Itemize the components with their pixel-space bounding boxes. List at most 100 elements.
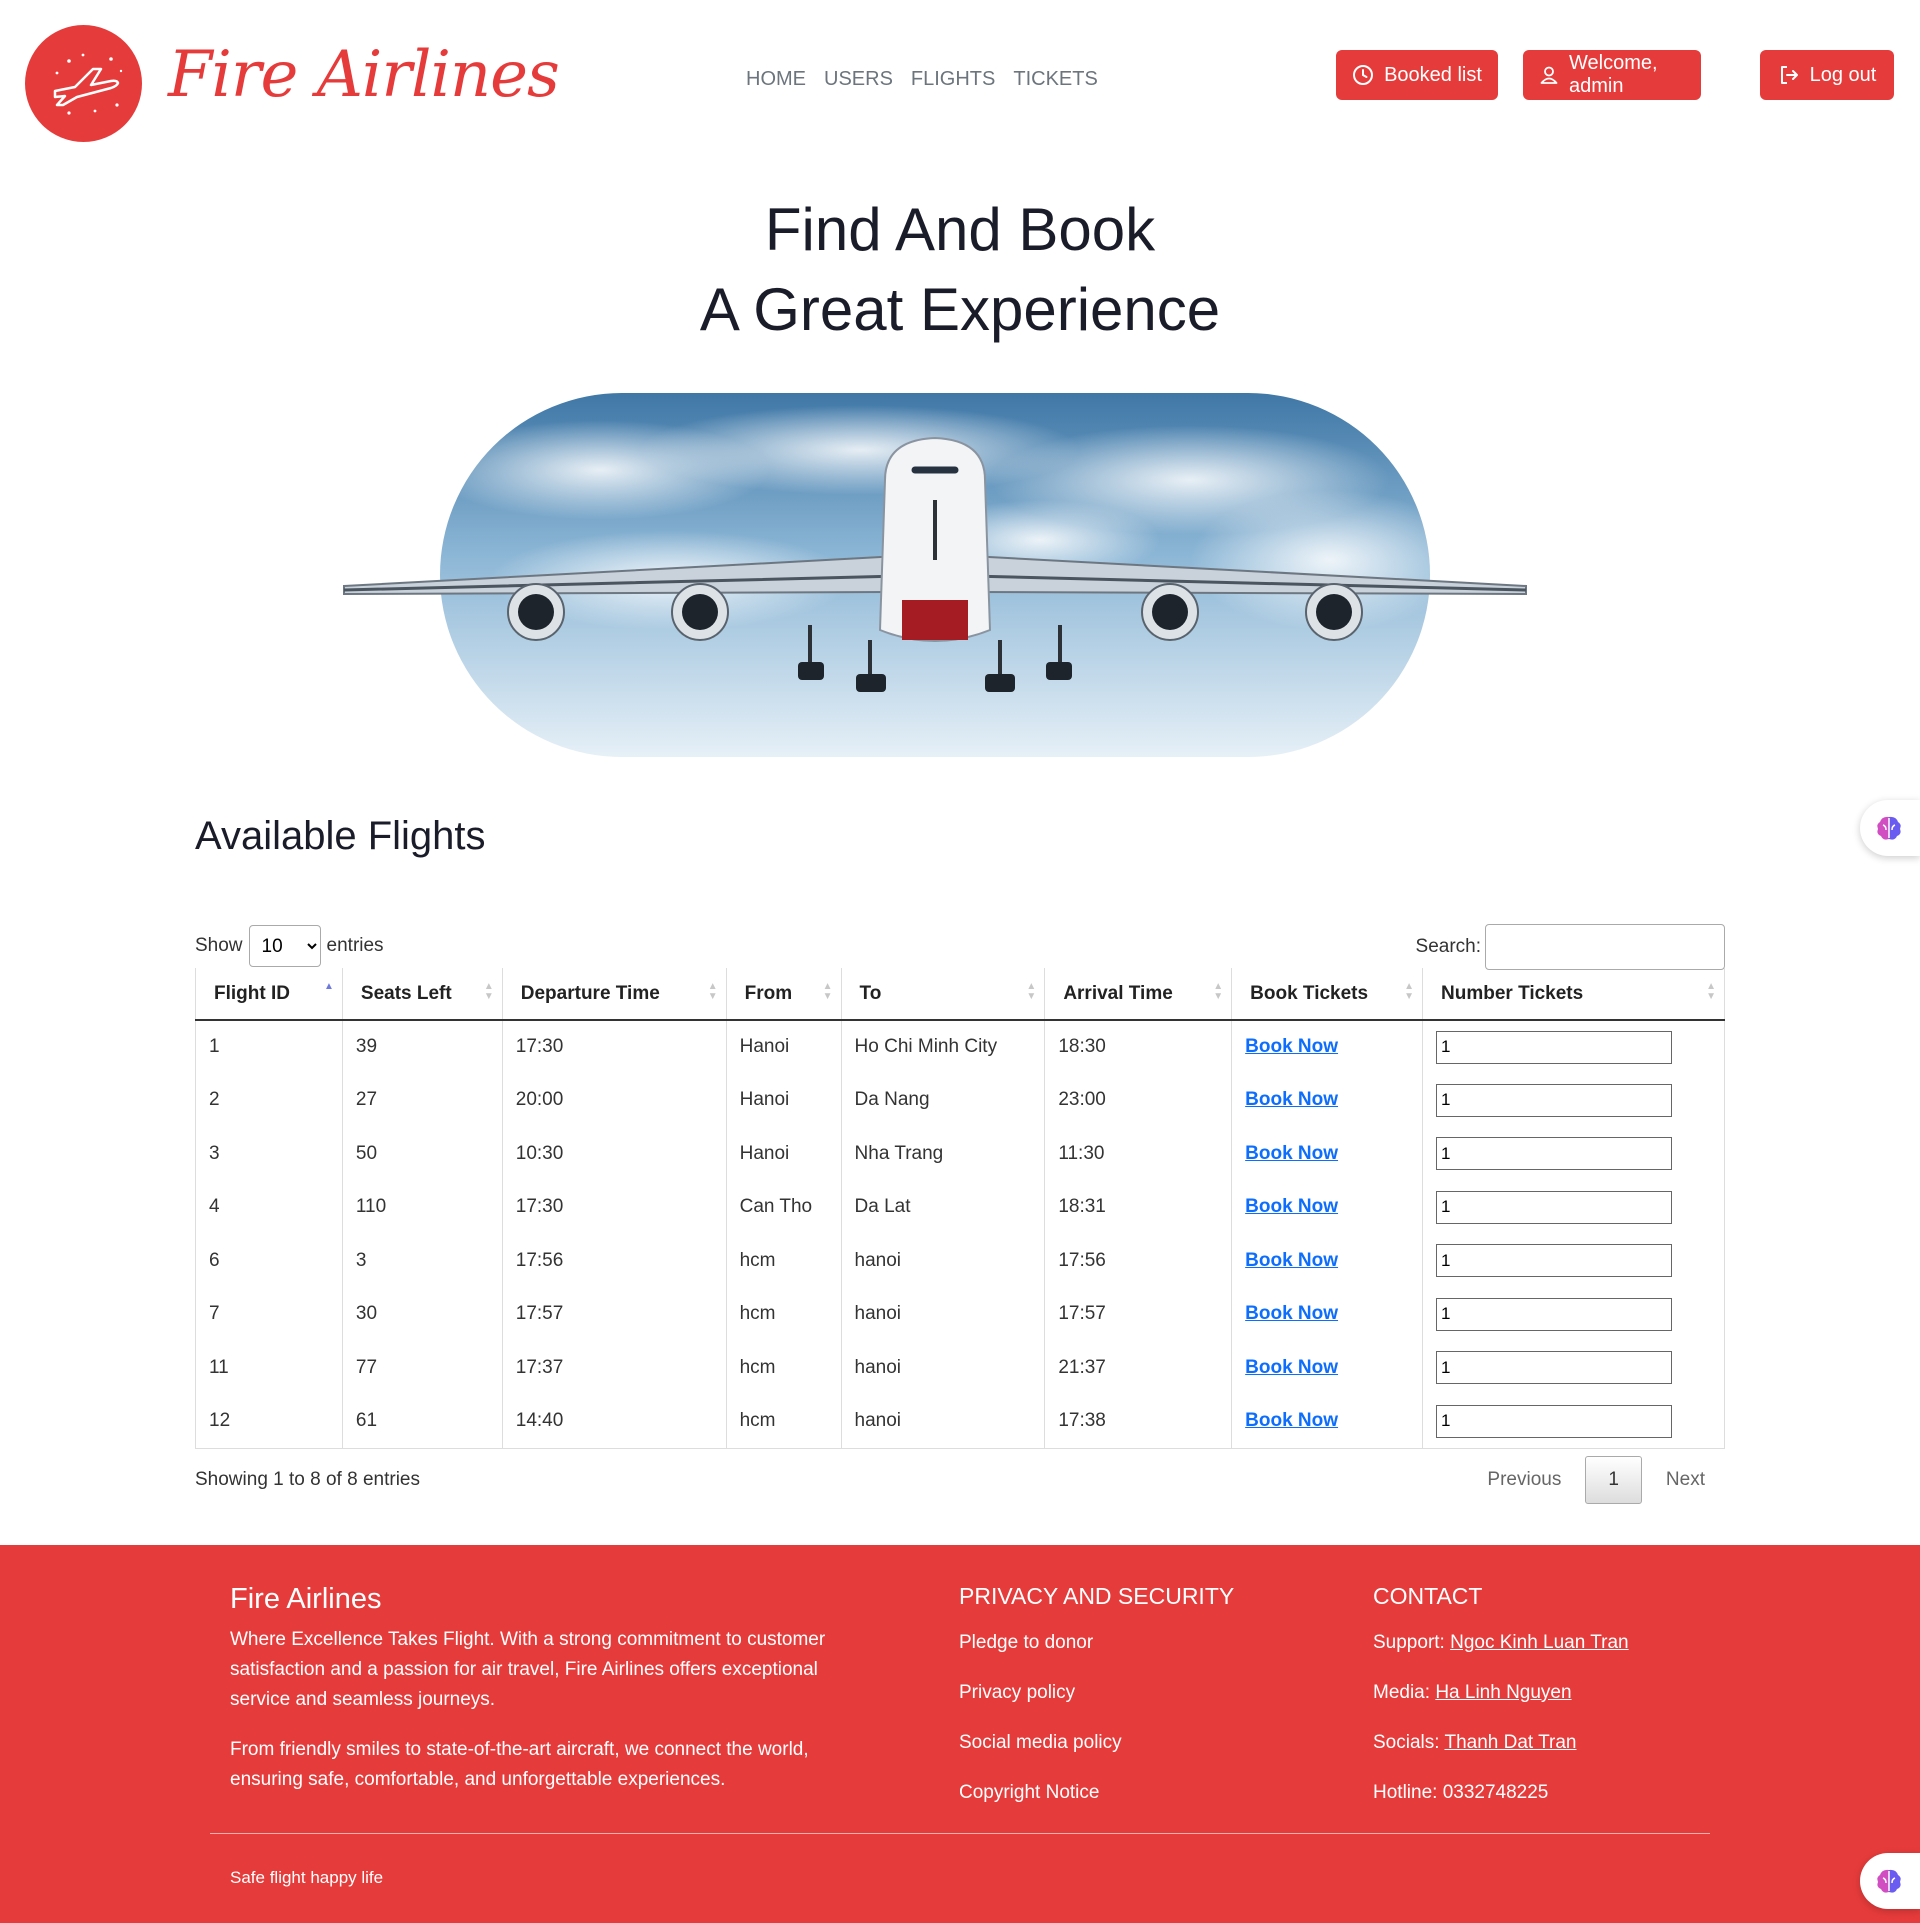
pledge-link[interactable]: Pledge to donor (959, 1632, 1234, 1656)
number-tickets-input[interactable] (1436, 1351, 1672, 1385)
arrival-time-cell: 18:30 (1044, 1020, 1232, 1074)
search-input[interactable] (1485, 924, 1725, 970)
nav-users[interactable]: USERS (824, 68, 893, 91)
col-departure-time[interactable]: Departure Time ▲ ▼ (501, 968, 727, 1021)
copyright-link[interactable]: Copyright Notice (959, 1782, 1234, 1806)
col-flight-id[interactable]: Flight ID ▲ (195, 968, 343, 1021)
to-cell: hanoi (840, 1394, 1045, 1449)
col-to[interactable]: To ▲ ▼ (840, 968, 1045, 1021)
sort-icon: ▲ ▼ (1026, 981, 1037, 1002)
seats-left-cell: 3 (341, 1234, 503, 1288)
book-now-link[interactable]: Book Now (1245, 1036, 1338, 1057)
social-media-policy-link[interactable]: Social media policy (959, 1732, 1234, 1756)
book-now-link[interactable]: Book Now (1245, 1250, 1338, 1271)
entries-select[interactable]: 10 (248, 925, 321, 967)
booked-list-button[interactable]: Booked list (1336, 50, 1498, 100)
book-now-link[interactable]: Book Now (1245, 1357, 1338, 1378)
col-seats-left[interactable]: Seats Left ▲ ▼ (341, 968, 503, 1021)
page-1-button[interactable]: 1 (1585, 1456, 1642, 1504)
arrival-time-cell: 18:31 (1044, 1180, 1232, 1234)
to-cell: Da Lat (840, 1180, 1045, 1234)
footer-about-1: Where Excellence Takes Flight. With a st… (230, 1629, 826, 1710)
welcome-button[interactable]: Welcome, admin (1523, 50, 1701, 100)
brain-icon (1877, 1869, 1901, 1893)
support-link[interactable]: Ngoc Kinh Luan Tran (1450, 1632, 1629, 1653)
nav-flights[interactable]: FLIGHTS (911, 68, 995, 91)
departure-time-cell: 17:37 (501, 1341, 727, 1395)
number-tickets-cell (1422, 1180, 1725, 1234)
nav-tickets[interactable]: TICKETS (1013, 68, 1097, 91)
number-tickets-input[interactable] (1436, 1083, 1672, 1117)
logout-button[interactable]: Log out (1760, 50, 1894, 100)
number-tickets-input[interactable] (1436, 1404, 1672, 1438)
departure-time-cell: 17:57 (501, 1287, 727, 1341)
sort-icon: ▲ ▼ (1404, 981, 1414, 1002)
number-tickets-input[interactable] (1436, 1244, 1672, 1278)
socials-line: Socials: Thanh Dat Tran (1373, 1732, 1577, 1753)
contact-title: CONTACT (1373, 1583, 1483, 1609)
table-row: 12 61 14:40 hcm hanoi 17:38 Book Now (195, 1394, 1725, 1449)
footer-contact: CONTACT Support: Ngoc Kinh Luan Tran Med… (1373, 1583, 1629, 1832)
hero-line-2: A Great Experience (699, 276, 1221, 343)
book-tickets-cell: Book Now (1231, 1234, 1423, 1288)
next-button[interactable]: Next (1646, 1457, 1725, 1503)
book-tickets-cell: Book Now (1231, 1394, 1423, 1449)
col-number-tickets[interactable]: Number Tickets ▲ ▼ (1422, 968, 1725, 1021)
from-cell: Can Tho (725, 1180, 842, 1234)
sort-icon: ▲ ▼ (1706, 981, 1716, 1002)
hero-line-1: Find And Book (764, 196, 1156, 263)
table-row: 7 30 17:57 hcm hanoi 17:57 Book Now (195, 1287, 1725, 1341)
col-arrival-time[interactable]: Arrival Time ▲ ▼ (1044, 968, 1232, 1021)
nav-home[interactable]: HOME (746, 68, 806, 91)
book-now-link[interactable]: Book Now (1245, 1196, 1338, 1217)
from-cell: Hanoi (725, 1127, 842, 1181)
assistant-widget-bottom[interactable] (1860, 1853, 1920, 1909)
media-link[interactable]: Ha Linh Nguyen (1435, 1682, 1571, 1703)
number-tickets-input[interactable] (1436, 1297, 1672, 1331)
socials-link[interactable]: Thanh Dat Tran (1444, 1732, 1576, 1753)
media-line: Media: Ha Linh Nguyen (1373, 1682, 1572, 1703)
number-tickets-cell (1422, 1127, 1725, 1181)
number-tickets-input[interactable] (1436, 1137, 1672, 1171)
book-now-link[interactable]: Book Now (1245, 1143, 1338, 1164)
number-tickets-cell (1422, 1073, 1725, 1127)
footer-divider (210, 1833, 1710, 1834)
logo[interactable] (25, 25, 142, 142)
book-tickets-cell: Book Now (1231, 1127, 1423, 1181)
to-cell: Ho Chi Minh City (840, 1020, 1045, 1074)
table-header-row: Flight ID ▲ Seats Left ▲ ▼ Departure Time ▲ ▼… (195, 968, 1725, 1021)
privacy-policy-link[interactable]: Privacy policy (959, 1682, 1234, 1706)
flight-id-cell: 6 (195, 1234, 343, 1288)
table-row: 2 27 20:00 Hanoi Da Nang 23:00 Book Now (195, 1073, 1725, 1127)
seats-left-cell: 39 (341, 1020, 503, 1074)
book-now-link[interactable]: Book Now (1245, 1303, 1338, 1324)
seats-left-cell: 110 (341, 1180, 503, 1234)
arrival-time-cell: 17:38 (1044, 1394, 1232, 1449)
section-title: Available Flights (195, 814, 486, 858)
previous-button[interactable]: Previous (1467, 1457, 1581, 1503)
departure-time-cell: 10:30 (501, 1127, 727, 1181)
flight-id-cell: 12 (195, 1394, 343, 1449)
number-tickets-cell (1422, 1020, 1725, 1074)
table-row: 6 3 17:56 hcm hanoi 17:56 Book Now (195, 1234, 1725, 1288)
search-label: Search: (1415, 936, 1481, 957)
number-tickets-input[interactable] (1436, 1190, 1672, 1224)
from-cell: hcm (725, 1234, 842, 1288)
brand-name[interactable]: Fire Airlines (168, 38, 560, 112)
book-now-link[interactable]: Book Now (1245, 1410, 1338, 1431)
flights-table: Flight ID ▲ Seats Left ▲ ▼ Departure Time ▲ ▼… (195, 968, 1725, 1449)
book-tickets-cell: Book Now (1231, 1341, 1423, 1395)
show-label: Show (195, 935, 243, 956)
col-book-tickets[interactable]: Book Tickets ▲ ▼ (1231, 968, 1423, 1021)
book-tickets-cell: Book Now (1231, 1073, 1423, 1127)
from-cell: hcm (725, 1287, 842, 1341)
book-now-link[interactable]: Book Now (1245, 1089, 1338, 1110)
departure-time-cell: 14:40 (501, 1394, 727, 1449)
flight-id-cell: 3 (195, 1127, 343, 1181)
table-body: 1 39 17:30 Hanoi Ho Chi Minh City 18:30 Book N… (195, 1020, 1725, 1449)
number-tickets-input[interactable] (1436, 1030, 1672, 1064)
assistant-widget-top[interactable] (1860, 800, 1920, 856)
datatable-footer: Showing 1 to 8 of 8 entries Previous 1 N… (195, 1452, 1725, 1508)
book-tickets-cell: Book Now (1231, 1180, 1423, 1234)
col-from[interactable]: From ▲ ▼ (725, 968, 842, 1021)
